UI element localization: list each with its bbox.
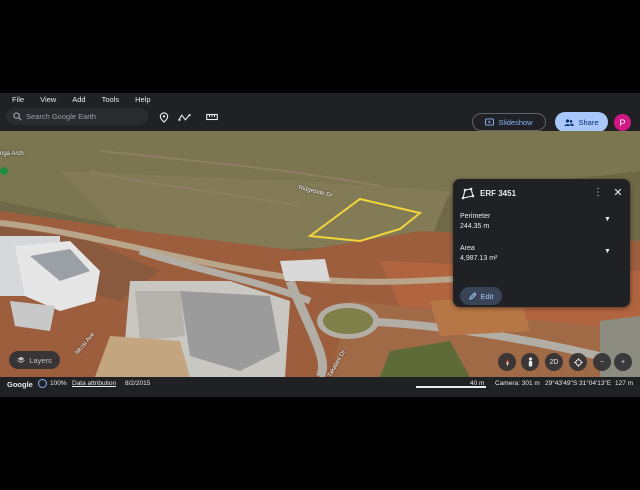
zoom-in-icon[interactable]: + <box>614 353 632 371</box>
coordinates: 29°43'49"S 31°04'13"E <box>545 380 612 387</box>
edit-label: Edit <box>480 291 494 301</box>
imagery-date: 8/2/2015 <box>125 380 151 387</box>
menu-tools[interactable]: Tools <box>102 95 120 104</box>
slideshow-label: Slideshow <box>498 117 533 127</box>
elevation: 127 m <box>615 380 634 387</box>
pencil-icon <box>468 292 477 300</box>
edit-button[interactable]: Edit <box>460 287 502 305</box>
status-bar: Google 100% Data attribution 8/2/2015 40… <box>0 377 640 391</box>
path-icon[interactable] <box>177 110 191 124</box>
scale-bar <box>416 386 486 388</box>
pegman-icon[interactable] <box>521 353 539 371</box>
perimeter-chevron-down-icon[interactable]: ▼ <box>604 216 611 223</box>
menu-help[interactable]: Help <box>135 95 150 104</box>
menu-view[interactable]: View <box>40 95 56 104</box>
zoom-out-icon[interactable]: − <box>593 353 611 371</box>
loading-indicator-icon <box>38 379 47 388</box>
people-icon <box>564 118 575 126</box>
perimeter-value: 244.35 m <box>460 223 490 230</box>
compass-icon[interactable] <box>498 353 516 371</box>
menu-bar: File View Add Tools Help <box>0 93 640 105</box>
area-chevron-down-icon[interactable]: ▼ <box>604 248 611 255</box>
toolbar: Search Google Earth Slideshow Share P <box>0 105 640 132</box>
place-marker-icon[interactable] <box>0 167 8 175</box>
view-2d-button[interactable]: 2D <box>545 353 563 371</box>
search-icon <box>10 112 24 121</box>
slideshow-button[interactable]: Slideshow <box>472 113 546 131</box>
perimeter-label: Perimeter <box>460 213 491 220</box>
google-earth-app: File View Add Tools Help Search Google E… <box>0 93 640 397</box>
more-options-icon[interactable]: ⋮ <box>593 187 603 201</box>
share-button[interactable]: Share <box>555 112 608 132</box>
layers-button[interactable]: Layers <box>9 351 60 369</box>
ruler-icon[interactable] <box>205 110 219 124</box>
place-label: nga Arch <box>0 151 24 157</box>
zoom-percent: 100% <box>50 380 67 387</box>
slideshow-icon <box>485 118 495 126</box>
panel-title: ERF 3451 <box>480 189 517 198</box>
menu-add[interactable]: Add <box>72 95 85 104</box>
google-logo: Google <box>7 380 33 389</box>
menu-file[interactable]: File <box>12 95 24 104</box>
map-view[interactable]: Ridgeside Dr Nkosi Ave Takalani Dr nga A… <box>0 131 640 377</box>
area-label: Area <box>460 245 475 252</box>
close-icon[interactable]: ✕ <box>611 186 625 200</box>
area-value: 4,987.13 m² <box>460 255 498 262</box>
search-box[interactable]: Search Google Earth <box>6 108 148 125</box>
share-label: Share <box>578 117 599 127</box>
camera-altitude: Camera: 301 m <box>495 380 540 387</box>
layers-icon <box>17 356 25 364</box>
search-input[interactable]: Search Google Earth <box>26 112 96 121</box>
layers-label: Layers <box>29 355 52 365</box>
polygon-icon <box>461 187 475 201</box>
placemark-icon[interactable] <box>157 110 171 124</box>
avatar[interactable]: P <box>614 114 631 131</box>
measure-panel: ERF 3451 ⋮ ✕ Perimeter 244.35 m ▼ Area 4… <box>453 179 630 307</box>
data-attribution-link[interactable]: Data attribution <box>72 380 116 387</box>
my-location-icon[interactable] <box>569 353 587 371</box>
